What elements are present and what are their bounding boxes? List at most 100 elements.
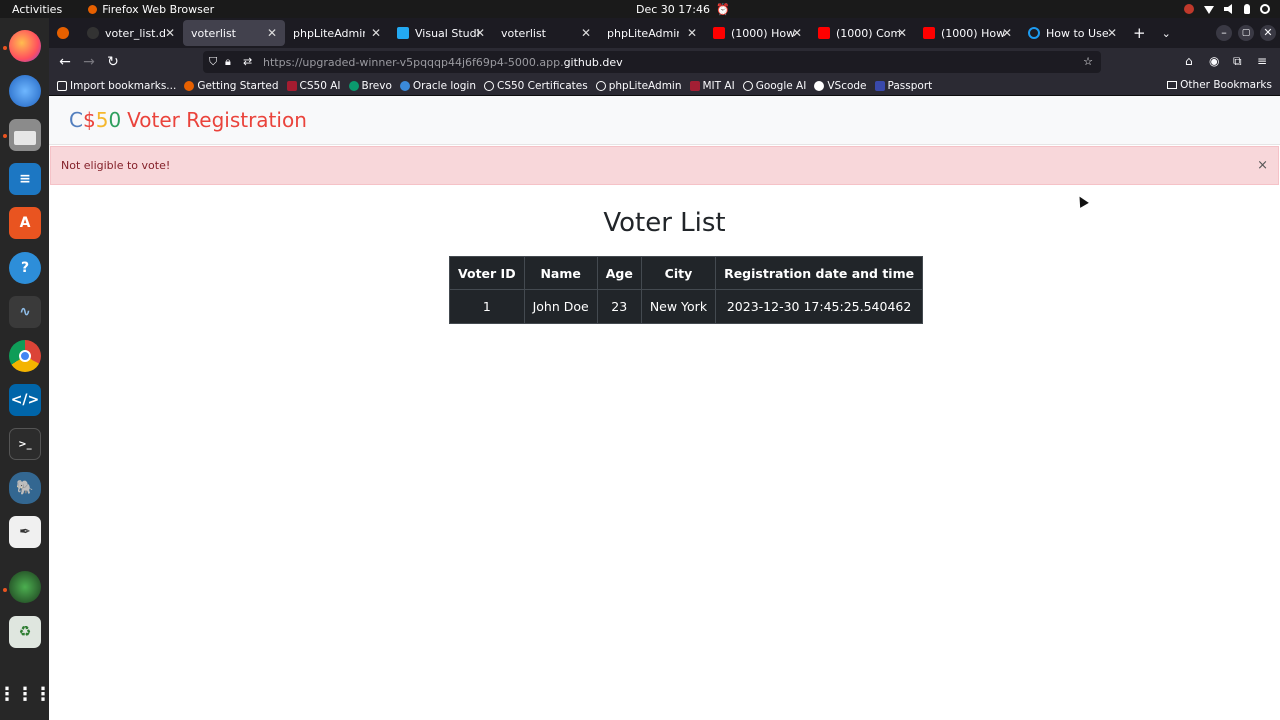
writer-icon[interactable]: ≡ (9, 163, 41, 195)
chrome-icon[interactable] (9, 340, 41, 372)
other-bookmarks[interactable]: Other Bookmarks (1167, 79, 1272, 91)
record-icon (1184, 4, 1194, 14)
bookmark-google-ai[interactable]: Google AI (742, 80, 806, 92)
alert-close-icon[interactable]: × (1257, 158, 1268, 173)
tab-close-icon[interactable]: ✕ (897, 26, 907, 40)
tab-close-icon[interactable]: ✕ (1002, 26, 1012, 40)
bookmarks-bar: Import bookmarks... Getting Started CS50… (49, 76, 1280, 96)
postgres-icon[interactable]: 🐘 (9, 472, 41, 504)
tab-strip: voter_list.db - ✕ voterlist ✕ phpLiteAdm… (49, 18, 1280, 48)
alert-text: Not eligible to vote! (61, 159, 171, 172)
mouse-cursor (1075, 194, 1089, 208)
running-indicator (3, 46, 7, 50)
globe-small-icon (742, 80, 753, 91)
restore-icon[interactable]: ▢ (1238, 25, 1254, 41)
github-small-icon (814, 80, 825, 91)
tab-voterlist[interactable]: voterlist ✕ (183, 20, 285, 46)
bookmark-import[interactable]: Import bookmarks... (57, 80, 176, 92)
terminal-icon[interactable]: >_ (9, 428, 41, 460)
cell-voter-id: 1 (449, 289, 525, 324)
firefox-view-icon[interactable] (57, 27, 69, 39)
browser-window: voter_list.db - ✕ voterlist ✕ phpLiteAdm… (49, 18, 1280, 720)
tab-youtube-1[interactable]: (1000) How To ✕ (705, 18, 810, 48)
column-header: City (640, 256, 717, 290)
url-prefix: https://upgraded-winner-v5pqqqp44j6f69p4… (263, 55, 564, 69)
tab-close-icon[interactable]: ✕ (165, 26, 175, 40)
menu-icon[interactable]: ≡ (1257, 54, 1267, 68)
lock-icon: 🔒︎ (225, 55, 231, 68)
bookmark-getting-started[interactable]: Getting Started (184, 80, 279, 92)
bookmark-phpliteadmin[interactable]: phpLiteAdmin (595, 80, 682, 92)
globe-icon[interactable] (9, 571, 41, 603)
apps-grid-icon[interactable]: ⋮⋮⋮ (0, 678, 52, 710)
tab-youtube-3[interactable]: (1000) How & V ✕ (915, 18, 1020, 48)
minimize-icon[interactable]: – (1216, 25, 1232, 41)
tab-close-icon[interactable]: ✕ (687, 26, 697, 40)
pocket-icon[interactable]: ⌂ (1185, 54, 1193, 68)
thunderbird-icon[interactable] (9, 75, 41, 107)
close-window-icon[interactable]: ✕ (1260, 25, 1276, 41)
folder-icon (1167, 81, 1178, 89)
bookmark-vscode[interactable]: VScode (814, 80, 867, 92)
clock[interactable]: Dec 30 17:46 ⏰ (636, 3, 730, 16)
microphone-icon (1244, 4, 1250, 14)
tab-visual-studio[interactable]: Visual Studio C ✕ (389, 18, 493, 48)
globe-small-icon (483, 80, 494, 91)
help-icon[interactable]: ? (9, 252, 41, 284)
forward-icon[interactable]: → (77, 54, 101, 70)
column-header: Voter ID (449, 256, 525, 290)
running-indicator (3, 134, 7, 138)
extensions-icon[interactable]: ⧉ (1233, 54, 1242, 69)
system-top-bar: Activities Firefox Web Browser Dec 30 17… (0, 0, 1280, 18)
reload-icon[interactable]: ↻ (101, 54, 125, 70)
monitor-icon[interactable]: ∿ (9, 296, 41, 328)
tab-close-icon[interactable]: ✕ (475, 26, 485, 40)
url-host: github.dev (563, 55, 623, 69)
bookmark-cs50-ai[interactable]: CS50 AI (286, 80, 341, 92)
bookmark-star-icon[interactable]: ☆ (1083, 55, 1093, 68)
tab-close-icon[interactable]: ✕ (371, 26, 381, 40)
firefox-icon[interactable] (9, 30, 41, 62)
tab-phpliteadmin[interactable]: phpLiteAdmin ✕ (285, 18, 389, 48)
tab-close-icon[interactable]: ✕ (581, 26, 591, 40)
activities-button[interactable]: Activities (12, 3, 62, 16)
youtube-icon (923, 27, 935, 39)
column-header: Registration date and time (715, 256, 924, 290)
tab-voter-list-db[interactable]: voter_list.db - ✕ (79, 18, 183, 48)
dock: ≡ A ? ∿ </> >_ 🐘 ✒ ♻ ⋮⋮⋮ (0, 18, 52, 720)
column-header: Age (596, 256, 642, 290)
bookmark-brevo[interactable]: Brevo (348, 80, 392, 92)
software-icon[interactable]: A (9, 207, 41, 239)
bookmark-passport[interactable]: Passport (874, 80, 932, 92)
files-icon[interactable] (9, 119, 41, 151)
back-icon[interactable]: ← (53, 54, 77, 70)
url-bar[interactable]: ⛉ 🔒︎ ⇄ https://upgraded-winner-v5pqqqp44… (203, 51, 1101, 73)
app-menu[interactable]: Firefox Web Browser (88, 3, 214, 16)
cell-name: John Doe (523, 289, 598, 324)
tab-close-icon[interactable]: ✕ (267, 26, 277, 40)
tab-flask[interactable]: How to Use Fla ✕ (1020, 18, 1125, 48)
clock-text: Dec 30 17:46 (636, 2, 710, 16)
brand-link[interactable]: C$50 Voter Registration (69, 108, 307, 132)
account-icon[interactable]: ◉ (1209, 54, 1219, 68)
new-tab-icon[interactable]: + (1133, 24, 1146, 42)
cell-age: 23 (596, 289, 642, 324)
tab-close-icon[interactable]: ✕ (792, 26, 802, 40)
firefox-small-icon (88, 4, 98, 14)
running-indicator (3, 588, 7, 592)
trash-icon[interactable]: ♻ (9, 616, 41, 648)
tab-youtube-2[interactable]: (1000) Complet ✕ (810, 18, 915, 48)
youtube-icon (713, 27, 725, 39)
alert-message: Not eligible to vote! × (50, 146, 1279, 185)
bookmark-mit-ai[interactable]: MIT AI (689, 80, 735, 92)
inkscape-icon[interactable]: ✒ (9, 516, 41, 548)
list-tabs-icon[interactable]: ⌄ (1162, 27, 1171, 40)
tab-close-icon[interactable]: ✕ (1107, 26, 1117, 40)
bookmark-oracle[interactable]: Oracle login (399, 80, 476, 92)
tab-phpliteadmin-2[interactable]: phpLiteAdmin ✕ (599, 18, 705, 48)
bookmark-cs50-certificates[interactable]: CS50 Certificates (483, 80, 588, 92)
system-tray[interactable] (1184, 4, 1270, 14)
tab-voterlist-2[interactable]: voterlist ✕ (493, 18, 599, 48)
page-title: Voter List (603, 208, 726, 238)
vscode-icon[interactable]: </> (9, 384, 41, 416)
